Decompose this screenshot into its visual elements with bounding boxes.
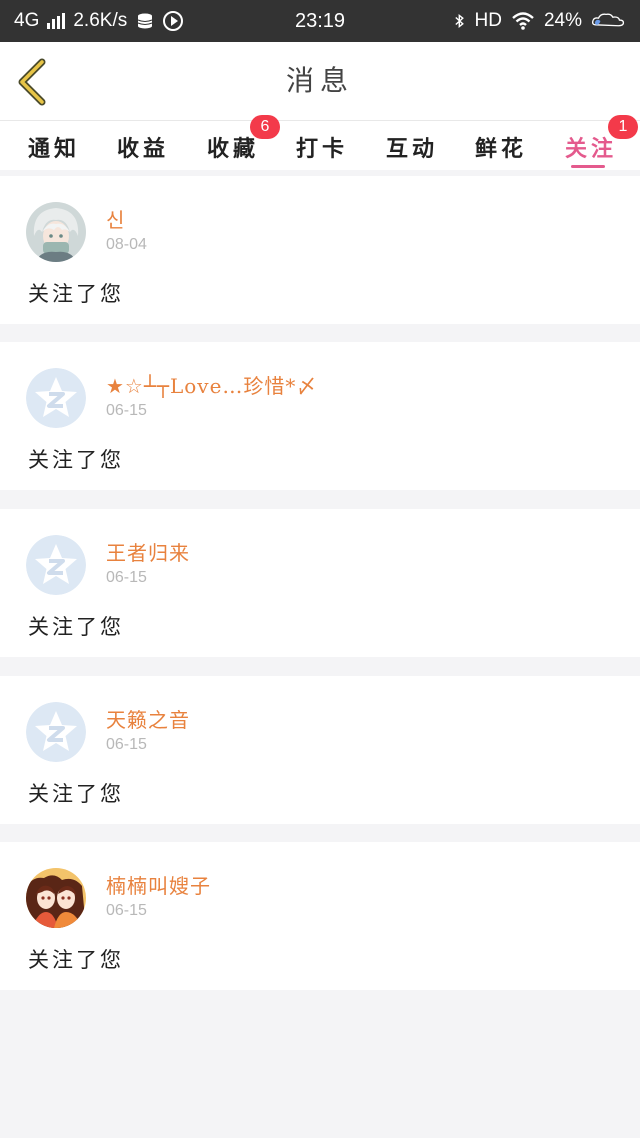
network-speed: 2.6K/s — [73, 10, 128, 31]
battery-icon — [592, 13, 625, 27]
tab-notifications[interactable]: 通知 — [26, 129, 82, 169]
username[interactable]: 天籁之音 — [106, 704, 190, 733]
network-type: 4G — [14, 10, 40, 31]
username[interactable]: 王者归来 — [106, 537, 190, 566]
favorites-badge: 6 — [250, 115, 280, 139]
avatar[interactable] — [26, 868, 86, 928]
tab-checkin[interactable]: 打卡 — [294, 129, 350, 169]
avatar[interactable] — [26, 702, 86, 762]
message-text: 关注了您 — [28, 615, 124, 639]
list-item[interactable]: 楠楠叫嫂子 06-15 关注了您 — [0, 842, 640, 990]
hd-indicator: HD — [474, 10, 502, 31]
anime-avatar-icon — [26, 202, 86, 262]
list-item[interactable]: 신 08-04 关注了您 — [0, 176, 640, 324]
avatar[interactable] — [26, 535, 86, 595]
tab-earnings[interactable]: 收益 — [115, 129, 171, 169]
media-play-icon — [163, 11, 184, 31]
storage-icon — [138, 13, 153, 29]
tab-interaction[interactable]: 互动 — [384, 129, 440, 169]
avatar[interactable] — [26, 368, 86, 428]
message-date: 06-15 — [106, 569, 147, 586]
status-bar: 4G 2.6K/s 23:19 HD 24% — [0, 0, 640, 42]
message-text: 关注了您 — [28, 948, 124, 972]
qq-default-avatar-icon — [26, 702, 86, 762]
avatar[interactable] — [26, 202, 86, 262]
battery-percent: 24% — [543, 10, 582, 31]
message-text: 关注了您 — [28, 782, 124, 806]
username[interactable]: ★☆┴┬Love…珍惜*〆 — [106, 370, 317, 399]
message-date: 06-15 — [106, 736, 147, 753]
message-text: 关注了您 — [28, 282, 124, 306]
status-left: 4G 2.6K/s — [14, 0, 184, 42]
qq-default-avatar-icon — [26, 535, 86, 595]
following-badge: 1 — [608, 115, 638, 139]
wifi-icon — [512, 12, 534, 30]
list-item[interactable]: 王者归来 06-15 关注了您 — [0, 509, 640, 657]
message-date: 08-04 — [106, 236, 147, 253]
message-text: 关注了您 — [28, 448, 124, 472]
username[interactable]: 신 — [106, 204, 125, 233]
active-tab-indicator — [571, 165, 605, 168]
message-date: 06-15 — [106, 402, 147, 419]
list-item[interactable]: ★☆┴┬Love…珍惜*〆 06-15 关注了您 — [0, 342, 640, 490]
message-date: 06-15 — [106, 902, 147, 919]
status-right: HD 24% — [453, 0, 628, 42]
signal-icon — [47, 13, 66, 29]
tab-bar: 通知 收益 收藏 6 打卡 互动 鲜花 关注 1 — [0, 115, 640, 170]
tab-flowers[interactable]: 鲜花 — [473, 129, 529, 169]
list-item[interactable]: 天籁之音 06-15 关注了您 — [0, 676, 640, 824]
qq-default-avatar-icon — [26, 368, 86, 428]
anime-avatar-icon — [26, 868, 86, 928]
page-header: 消息 — [0, 42, 640, 120]
page-title: 消息 — [285, 64, 354, 97]
bluetooth-icon — [454, 13, 464, 29]
username[interactable]: 楠楠叫嫂子 — [106, 870, 211, 899]
